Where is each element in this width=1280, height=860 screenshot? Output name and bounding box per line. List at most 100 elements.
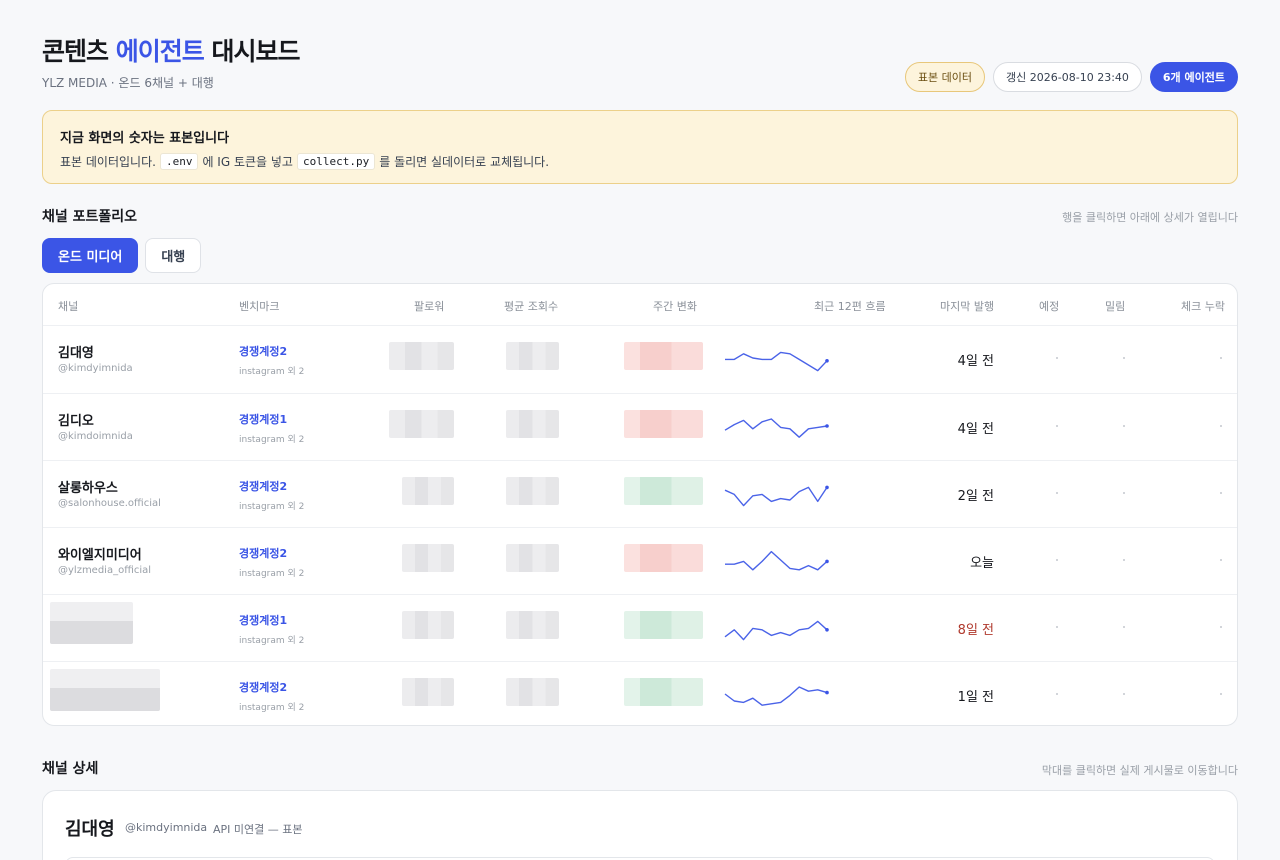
col-benchmark: 벤치마크: [239, 300, 280, 313]
trend-sparkline: [725, 351, 829, 372]
delayed-value: [1123, 425, 1125, 427]
benchmark-sub: instagram 외 2: [239, 569, 305, 579]
scheduled-value: [1056, 492, 1058, 494]
avg-views-value: [506, 678, 559, 706]
benchmark-link[interactable]: 경쟁계정2: [239, 545, 287, 561]
channel-name: 와이엘지미디어: [58, 548, 142, 563]
missing-check-value: [1220, 626, 1222, 628]
table-row[interactable]: 와이엘지미디어 @ylzmedia_official 경쟁계정2 instagram …: [43, 527, 1237, 594]
followers-value: [402, 678, 454, 706]
col-weekly-change: 주간 변화: [653, 300, 697, 313]
delayed-value: [1123, 357, 1125, 359]
env-code: .env: [159, 153, 199, 170]
benchmark-link[interactable]: 경쟁계정2: [239, 679, 287, 695]
benchmark-sub: instagram 외 2: [239, 367, 305, 377]
last-post-value: 8일 전: [957, 623, 994, 638]
delayed-value: [1123, 559, 1125, 561]
sparkline-path: [725, 550, 828, 571]
scheduled-value: [1056, 425, 1058, 427]
portfolio-title: 채널 포트폴리오: [42, 209, 138, 225]
sample-notice: 지금 화면의 숫자는 표본입니다 표본 데이터입니다. .env 에 IG 토큰…: [42, 110, 1238, 184]
sample-data-badge: 표본 데이터: [904, 62, 986, 92]
weekly-change-value: [624, 678, 703, 706]
table-row[interactable]: 김디오 @kimdoimnida 경쟁계정1 instagram 외 2 4일 전: [43, 393, 1237, 460]
col-missing-check: 체크 누락: [1181, 300, 1225, 313]
sparkline-end-point: [825, 628, 829, 632]
sparkline-end-point: [825, 424, 829, 428]
channel-detail-card: 김대영 @kimdyimnida API 미연결 — 표본: [42, 790, 1238, 860]
channel-name: 김디오: [58, 414, 94, 429]
agents-button[interactable]: 6개 에이전트: [1149, 62, 1238, 92]
col-delayed: 밀림: [1105, 300, 1126, 313]
benchmark-link[interactable]: 경쟁계정2: [239, 343, 287, 359]
avg-views-value: [506, 410, 559, 438]
missing-check-value: [1220, 357, 1222, 359]
redacted-channel: [50, 669, 160, 711]
benchmark-link[interactable]: 경쟁계정2: [239, 478, 287, 494]
collect-code: collect.py: [296, 153, 376, 170]
scheduled-value: [1056, 693, 1058, 695]
portfolio-hint: 행을 클릭하면 아래에 상세가 열립니다: [1062, 211, 1238, 224]
sparkline-end-point: [825, 559, 829, 564]
notice-title: 지금 화면의 숫자는 표본입니다: [60, 131, 230, 146]
trend-sparkline: [725, 550, 829, 571]
benchmark-sub: instagram 외 2: [239, 703, 305, 713]
channel-name: 살롱하우스: [58, 481, 118, 496]
detail-api-status: API 미연결 — 표본: [213, 823, 303, 836]
missing-check-value: [1220, 425, 1222, 427]
trend-sparkline: [724, 485, 829, 507]
col-last-post: 마지막 발행: [940, 300, 995, 313]
delayed-value: [1123, 626, 1125, 628]
trend-sparkline: [724, 686, 829, 706]
benchmark-sub: instagram 외 2: [239, 502, 305, 512]
trend-sparkline: [724, 418, 829, 438]
channel-handle: @kimdoimnida: [58, 431, 133, 442]
last-post-value: 2일 전: [957, 489, 994, 504]
sparkline-end-point: [825, 485, 829, 490]
updated-timestamp-badge: 갱신 2026-08-10 23:40: [993, 62, 1142, 92]
detail-section-hint: 막대를 클릭하면 실제 게시물로 이동합니다: [1041, 764, 1238, 777]
sparkline-path: [724, 686, 828, 706]
notice-body: 표본 데이터입니다. .env 에 IG 토큰을 넣고 collect.py 를…: [60, 153, 550, 170]
channel-handle: @salonhouse.official: [58, 498, 161, 509]
weekly-change-value: [624, 342, 703, 370]
trend-sparkline: [724, 620, 829, 641]
benchmark-sub: instagram 외 2: [239, 636, 305, 646]
table-row[interactable]: 살롱하우스 @salonhouse.official 경쟁계정2 instagram …: [43, 460, 1237, 527]
redacted-channel: [50, 602, 133, 644]
missing-check-value: [1220, 559, 1222, 561]
benchmark-sub: instagram 외 2: [239, 435, 305, 445]
col-followers: 팔로워: [414, 300, 445, 313]
detail-channel-name: 김대영: [65, 819, 115, 840]
portfolio-tabs: 온드 미디어 대행: [42, 238, 202, 273]
benchmark-link[interactable]: 경쟁계정1: [239, 612, 287, 628]
avg-views-value: [506, 611, 559, 639]
scheduled-value: [1056, 357, 1058, 359]
sparkline-end-point: [825, 690, 829, 695]
benchmark-link[interactable]: 경쟁계정1: [239, 411, 287, 427]
sparkline-end-point: [825, 359, 829, 363]
avg-views-value: [506, 544, 559, 572]
table-row[interactable]: 경쟁계정2 instagram 외 2 1일 전: [43, 661, 1237, 725]
tab-owned-media[interactable]: 온드 미디어: [42, 238, 139, 273]
followers-value: [402, 477, 454, 505]
channel-handle: @ylzmedia_official: [58, 565, 152, 576]
sparkline-path: [725, 351, 828, 372]
table-row[interactable]: 경쟁계정1 instagram 외 2 8일 전: [43, 594, 1237, 661]
scheduled-value: [1056, 626, 1058, 628]
table-row[interactable]: 김대영 @kimdyimnida 경쟁계정2 instagram 외 2 4일 전: [43, 326, 1237, 393]
followers-value: [402, 611, 454, 639]
page-subtitle: YLZ MEDIA · 온드 6채널 + 대행: [42, 76, 214, 90]
followers-value: [389, 410, 454, 438]
col-channel: 채널: [58, 300, 79, 313]
col-recent-trend: 최근 12편 흐름: [814, 300, 886, 313]
channel-name: 김대영: [58, 346, 94, 361]
portfolio-table: 채널 벤치마크 팔로워 평균 조회수 주간 변화 최근 12편 흐름 마지막 발…: [42, 283, 1238, 726]
sparkline-path: [724, 486, 828, 507]
avg-views-value: [506, 342, 559, 370]
tab-agency[interactable]: 대행: [145, 238, 202, 273]
last-post-value: 4일 전: [957, 354, 994, 369]
missing-check-value: [1220, 492, 1222, 494]
weekly-change-value: [624, 477, 703, 505]
sparkline-path: [724, 418, 828, 438]
